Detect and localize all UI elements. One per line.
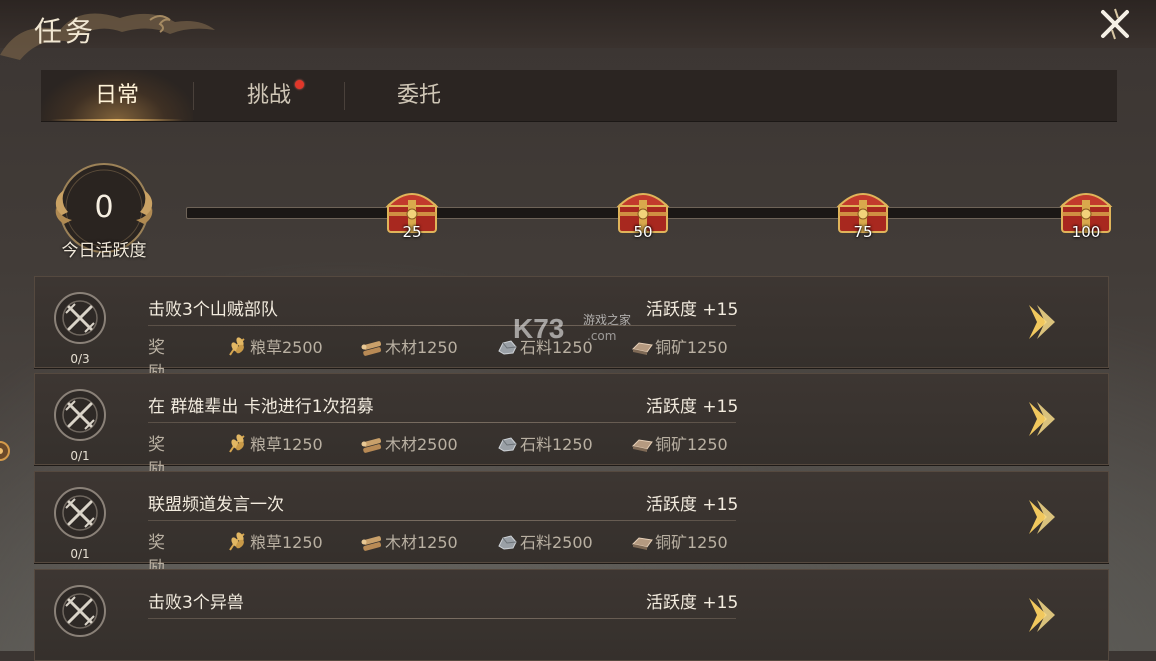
task-activity-points: 活跃度 +15 [646, 593, 739, 613]
watermark-text: 游戏之家 [583, 312, 631, 327]
go-arrow-icon[interactable] [1025, 303, 1057, 341]
reward-amount: 木材1250 [385, 338, 458, 357]
task-activity-points: 活跃度 +15 [646, 397, 739, 417]
go-arrow-icon[interactable] [1025, 498, 1057, 536]
wood-icon [361, 536, 382, 551]
reward-amount: 石料1250 [520, 435, 593, 454]
close-icon[interactable] [1095, 4, 1135, 44]
task-title: 击败3个异兽 [148, 593, 244, 613]
reward-amount: 木材1250 [385, 533, 458, 552]
wood-icon [361, 438, 382, 453]
notification-dot [295, 80, 304, 89]
reward-amount: 石料2500 [520, 533, 593, 552]
task-row[interactable]: 0/1 在 群雄辈出 卡池进行1次招募 活跃度 +15 奖励 粮草1250 木材2500 石… [34, 373, 1109, 480]
task-title: 在 群雄辈出 卡池进行1次招募 [148, 397, 374, 417]
activity-label: 今日活跃度 [61, 241, 147, 261]
grain-icon [229, 337, 245, 356]
task-divider [148, 520, 736, 521]
copper-icon [631, 439, 653, 452]
task-title: 联盟频道发言一次 [148, 495, 284, 515]
tab-daily[interactable]: 日常 [41, 70, 193, 121]
task-divider [148, 618, 736, 619]
task-title: 击败3个山贼部队 [148, 300, 278, 320]
tab-bar: 日常 挑战 委托 [41, 70, 1117, 122]
task-progress-count: 0/1 [70, 547, 90, 561]
task-divider [148, 325, 736, 326]
reward-amount: 粮草1250 [250, 435, 323, 454]
chest-threshold-label: 100 [1071, 223, 1101, 241]
crossed-swords-icon [54, 585, 106, 637]
task-activity-points: 活跃度 +15 [646, 495, 739, 515]
watermark-domain: .com [587, 329, 616, 343]
daily-activity-badge: 0 今日活跃度 [44, 160, 164, 261]
task-divider [148, 422, 736, 423]
tab-challenge[interactable]: 挑战 [193, 70, 345, 121]
stone-icon [498, 437, 517, 452]
stone-icon [498, 535, 517, 550]
grain-icon [229, 532, 245, 551]
crossed-swords-icon [54, 292, 106, 344]
crossed-swords-icon [54, 487, 106, 539]
chest-threshold-label: 50 [633, 223, 653, 241]
page-title: 任务 [34, 15, 97, 48]
crossed-swords-icon [54, 389, 106, 441]
task-activity-points: 活跃度 +15 [646, 300, 739, 320]
reward-amount: 粮草1250 [250, 533, 323, 552]
wood-icon [361, 341, 382, 356]
tab-commission[interactable]: 委托 [343, 70, 495, 121]
tab-daily-label: 日常 [94, 83, 139, 108]
reward-amount: 铜矿1250 [655, 338, 728, 357]
tab-commission-label: 委托 [396, 83, 441, 108]
reward-amount: 木材2500 [385, 435, 458, 454]
watermark-logo: K73 游戏之家 .com [513, 312, 631, 344]
reward-amount: 粮草2500 [250, 338, 323, 357]
task-row[interactable]: 击败3个异兽 活跃度 +15 [34, 569, 1109, 661]
reward-amount: 铜矿1250 [655, 435, 728, 454]
reward-amount: 铜矿1250 [655, 533, 728, 552]
go-arrow-icon[interactable] [1025, 400, 1057, 438]
chest-threshold-label: 25 [402, 223, 422, 241]
go-arrow-icon[interactable] [1025, 596, 1057, 634]
chest-threshold-label: 75 [853, 223, 873, 241]
copper-icon [631, 537, 653, 550]
activity-value: 0 [94, 190, 114, 225]
watermark-brand: K73 [513, 313, 564, 344]
tab-challenge-label: 挑战 [246, 83, 291, 108]
task-row[interactable]: 0/1 联盟频道发言一次 活跃度 +15 奖励 粮草1250 木材1250 石料2500 铜矿… [34, 471, 1109, 578]
task-progress-count: 0/1 [70, 449, 90, 463]
grain-icon [229, 434, 245, 453]
side-ornament-icon [0, 441, 10, 461]
task-progress-count: 0/3 [70, 352, 90, 366]
